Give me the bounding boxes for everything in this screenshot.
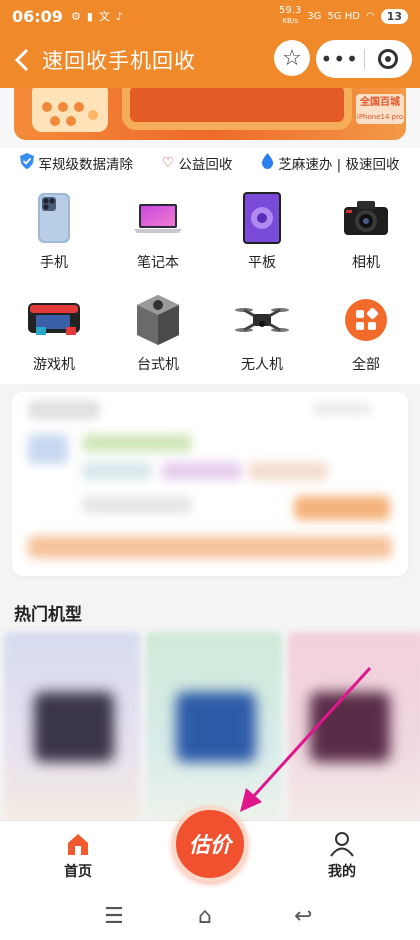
target-icon — [378, 49, 399, 69]
back-arrow-icon[interactable] — [8, 40, 36, 80]
feature-strip: 军规级数据清除 ♡ 公益回收 芝麻速办 | 极速回收 — [0, 148, 420, 178]
blurred-block — [28, 400, 100, 420]
feature-data-wipe: 军规级数据清除 — [20, 153, 133, 173]
more-button[interactable]: ••• — [316, 47, 364, 71]
category-phone[interactable]: 手机 — [14, 190, 94, 272]
page-title: 速回收手机回收 — [42, 49, 196, 73]
heart-icon: ♡ — [161, 155, 175, 171]
system-nav-bar: ☰ ⌂ ↩ — [0, 894, 420, 940]
hot-model-card[interactable] — [146, 632, 282, 822]
menu-icon[interactable]: ☰ — [104, 904, 124, 929]
blurred-block — [28, 434, 68, 464]
status-time: 06:09 — [12, 6, 63, 26]
home-nav-icon[interactable]: ⌂ — [198, 904, 212, 929]
sim-icon: ▮ — [86, 9, 93, 23]
gamepad-illustration — [32, 88, 108, 132]
hot-model-card[interactable] — [288, 632, 420, 822]
screen-illustration — [122, 88, 352, 130]
feature-sesame: 芝麻速办 | 极速回收 — [261, 153, 400, 173]
battery-badge: 13 — [380, 8, 408, 24]
close-mini-program-button[interactable] — [364, 49, 412, 69]
desktop-icon — [130, 292, 186, 348]
wifi-icon: ◠ — [365, 10, 375, 22]
tab-mine[interactable]: 我的 — [302, 831, 382, 881]
blurred-block — [82, 462, 152, 480]
user-icon — [302, 831, 382, 857]
promo-banner[interactable]: 全国百城 iPhone14 pro — [14, 88, 406, 140]
blurred-block — [82, 496, 192, 514]
star-icon[interactable]: ☆ — [274, 40, 310, 76]
back-nav-icon[interactable]: ↩ — [294, 904, 312, 929]
banner-area: 全国百城 iPhone14 pro — [0, 88, 420, 148]
sesame-drop-icon — [261, 153, 274, 173]
status-right: 59.3 KB/s 3G 5G HD ◠ 13 — [279, 6, 408, 26]
feature-charity: ♡ 公益回收 — [161, 155, 233, 173]
shield-icon — [20, 153, 35, 173]
blurred-block — [162, 462, 242, 480]
estimate-button[interactable]: 估价 — [172, 806, 248, 882]
blurred-block — [312, 402, 372, 416]
category-drone[interactable]: 无人机 — [222, 292, 302, 374]
category-camera[interactable]: 相机 — [326, 190, 406, 272]
banner-tag: 全国百城 iPhone14 pro — [356, 94, 404, 124]
category-tablet[interactable]: 平板 — [222, 190, 302, 272]
title-bar: 速回收手机回收 ☆ ••• — [0, 32, 420, 88]
category-laptop[interactable]: 笔记本 — [118, 190, 198, 272]
settings-gear-icon: ⚙ — [70, 9, 81, 23]
app-notification-icon: 文 — [98, 10, 110, 23]
tablet-icon — [234, 190, 290, 246]
laptop-icon — [130, 190, 186, 246]
tab-home[interactable]: 首页 — [38, 831, 118, 881]
category-all[interactable]: 全部 — [326, 292, 406, 374]
blurred-block — [294, 496, 390, 520]
hot-model-card[interactable] — [4, 632, 140, 822]
net-5g: 5G HD — [327, 10, 360, 22]
camera-icon — [338, 190, 394, 246]
section-title-hot-models: 热门机型 — [14, 605, 82, 625]
category-desktop[interactable]: 台式机 — [118, 292, 198, 374]
category-grid: 手机 笔记本 平板 相机 游戏机 台式机 无人机 全部 — [0, 178, 420, 384]
game-console-icon — [26, 292, 82, 348]
blurred-block — [28, 536, 392, 558]
status-bar: 06:09 ⚙ ▮ 文 ♪ 59.3 KB/s 3G 5G HD ◠ 13 — [0, 0, 420, 32]
blurred-info-card — [12, 392, 408, 576]
net-speed: 59.3 KB/s — [279, 5, 302, 26]
mini-program-capsule: ••• — [316, 40, 412, 78]
category-game-console[interactable]: 游戏机 — [14, 292, 94, 374]
grid-icon — [338, 292, 394, 348]
blurred-block — [248, 462, 328, 480]
home-icon — [38, 831, 118, 857]
drone-icon — [234, 292, 290, 348]
blurred-block — [82, 434, 192, 452]
phone-icon — [26, 190, 82, 246]
net-3g: 3G — [307, 10, 322, 22]
tiktok-icon: ♪ — [115, 9, 123, 23]
